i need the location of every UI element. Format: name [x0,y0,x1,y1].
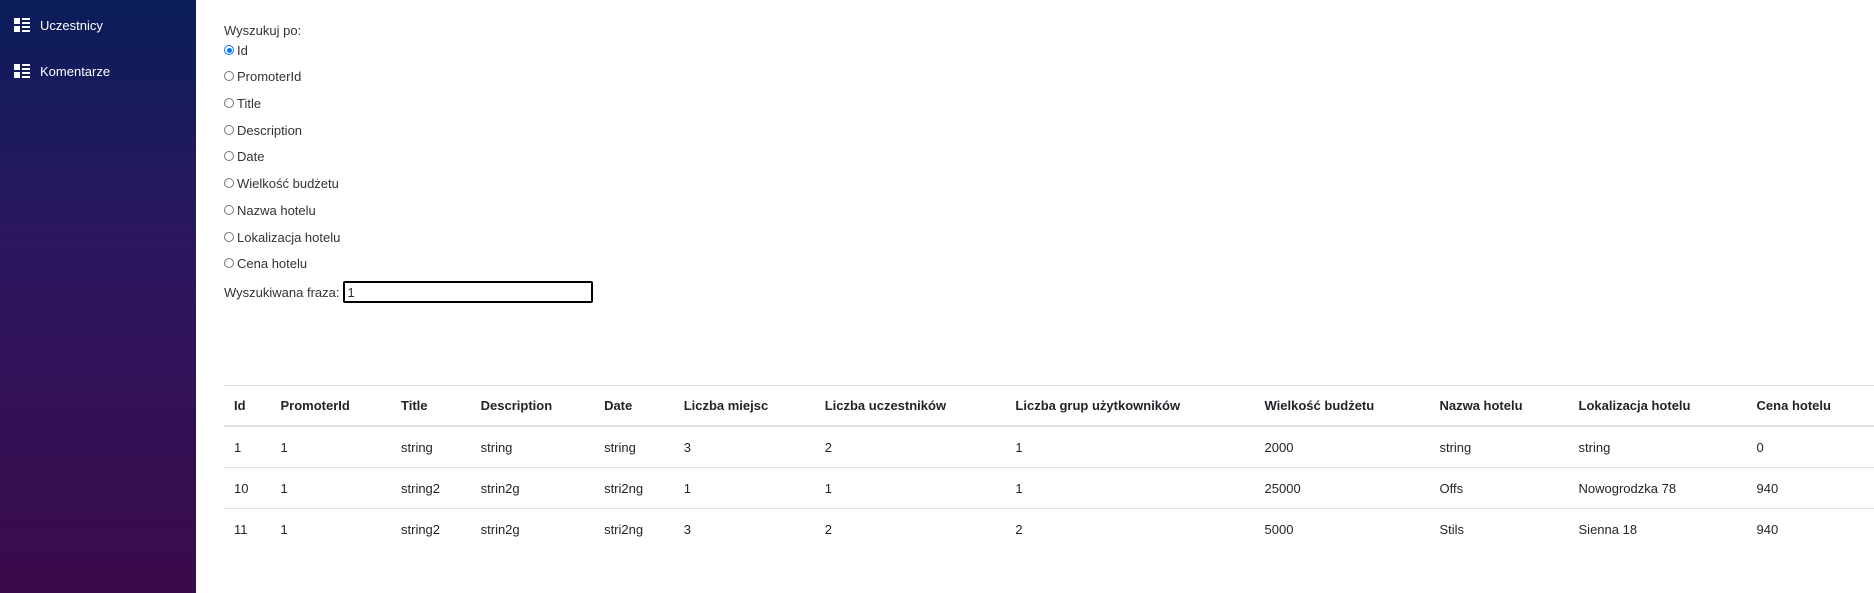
radio-option-budget[interactable]: Wielkość budżetu [224,174,339,192]
radio-label: Id [237,42,248,58]
table-cell: string [594,426,674,468]
radio-option-id[interactable]: Id [224,41,248,59]
column-header: Liczba miejsc [683,398,769,413]
table-cell: string2 [401,521,441,537]
search-phrase-row: Wyszukiwana fraza: [224,281,594,303]
radio-button[interactable] [224,125,234,135]
column-header: Description [480,398,553,413]
results-table: Id PromoterId Title Description Date Lic… [224,385,1874,549]
radio-button[interactable] [224,205,234,215]
column-header: PromoterId [280,398,350,413]
table-cell: 1 [270,467,391,509]
radio-label: PromoterId [237,68,302,84]
column-header: Lokalizacja hotelu [1578,398,1691,413]
sidebar-item-label: Uczestnicy [40,17,103,33]
table-cell: 1 [1005,467,1255,509]
table-cell: string2 [391,467,471,509]
table-cell: 11 [234,521,248,537]
table-cell: 25000 [1254,467,1430,509]
table-cell: 2 [824,521,832,537]
table-cell: 1 [270,426,391,468]
column-header: Liczba grup użytkowników [1015,398,1181,413]
table-cell: strin2g [470,467,595,509]
table-header-row: Id PromoterId Title Description Date Lic… [224,385,1874,426]
search-phrase-label: Wyszukiwana fraza: [224,284,340,300]
radio-label: Cena hotelu [237,255,308,271]
table-cell: 2 [814,426,1006,468]
table-cell: stri2ng [604,521,644,537]
column-header: Cena hotelu [1756,398,1831,413]
table-cell: 0 [1746,426,1874,468]
sidebar-item-uczestnicy[interactable]: Uczestnicy [14,15,103,35]
table-row: 10 1 string2 strin2g stri2ng 1 1 1 25000… [224,467,1874,509]
column-header: Title [401,398,428,413]
radio-button[interactable] [224,71,234,81]
radio-button[interactable] [224,258,234,268]
radio-option-hotel-price[interactable]: Cena hotelu [224,254,307,272]
sidebar-item-label: Komentarze [40,63,111,79]
table-cell: Stils [1439,521,1465,537]
table-cell: string [1429,426,1569,468]
sidebar-item-komentarze[interactable]: Komentarze [14,61,110,81]
table-cell: Sienna 18 [1578,521,1638,537]
column-header: Liczba uczestników [824,398,947,413]
table-cell: 1 [280,521,288,537]
table-cell: 10 [224,467,271,509]
radio-label: Lokalizacja hotelu [237,229,341,245]
radio-label: Wielkość budżetu [237,175,339,191]
radio-button[interactable] [224,178,234,188]
table-cell: 3 [673,426,815,468]
table-cell: 1 [224,426,271,468]
search-by-label: Wyszukuj po: [224,23,302,38]
radio-button[interactable] [224,232,234,242]
radio-option-description[interactable]: Description [224,121,302,139]
table-cell: 2 [1015,521,1023,537]
table-cell: 940 [1756,521,1779,537]
radio-button[interactable] [224,45,234,55]
table-cell: 1 [1005,426,1255,468]
table-cell: strin2g [480,521,520,537]
list-icon [14,64,30,78]
radio-button[interactable] [224,151,234,161]
column-header: Id [234,398,246,413]
radio-label: Description [237,122,303,138]
table-cell: string [391,426,471,468]
table-cell: 3 [683,521,691,537]
column-header: Wielkość budżetu [1264,398,1375,413]
table-cell: string [1568,426,1747,468]
radio-button[interactable] [224,98,234,108]
table-cell: Offs [1429,467,1569,509]
radio-option-promoterid[interactable]: PromoterId [224,67,301,85]
radio-label: Date [237,148,265,164]
table-cell: Nowogrodzka 78 [1568,467,1747,509]
table-cell: 940 [1746,467,1874,509]
column-header: Date [604,398,633,413]
radio-label: Title [237,95,262,111]
table-cell: string [470,426,595,468]
table-row: 11 1 string2 strin2g stri2ng 3 2 2 5000 … [224,509,1874,550]
table-row: 1 1 string string string 3 2 1 2000 stri… [224,426,1874,468]
radio-option-hotel-location[interactable]: Lokalizacja hotelu [224,228,340,246]
list-icon [14,18,30,32]
table-cell: stri2ng [594,467,674,509]
column-header: Nazwa hotelu [1439,398,1523,413]
table-cell: 1 [814,467,1006,509]
table-cell: 5000 [1264,521,1294,537]
radio-option-date[interactable]: Date [224,147,264,165]
radio-option-hotel-name[interactable]: Nazwa hotelu [224,201,316,219]
table-cell: 1 [673,467,815,509]
sidebar: Uczestnicy Komentarze [0,0,196,593]
search-phrase-input[interactable] [343,281,594,303]
radio-label: Nazwa hotelu [237,202,316,218]
radio-option-title[interactable]: Title [224,94,261,112]
table-cell: 2000 [1254,426,1430,468]
